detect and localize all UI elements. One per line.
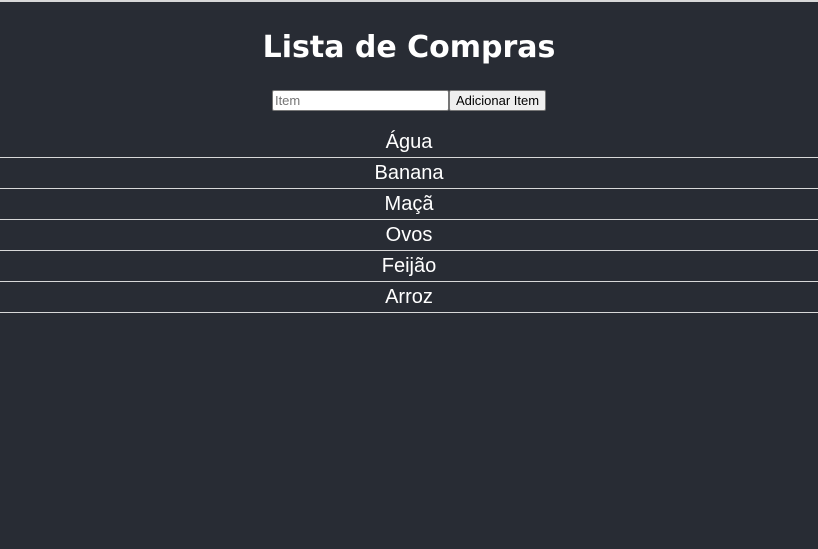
add-item-button[interactable]: Adicionar Item xyxy=(448,90,547,111)
list-item: Feijão xyxy=(0,251,818,282)
add-item-form: Adicionar Item xyxy=(271,90,547,111)
shopping-list-app: Lista de Compras Adicionar Item Água Ban… xyxy=(0,2,818,313)
shopping-list: Água Banana Maçã Ovos Feijão Arroz xyxy=(0,127,818,313)
page-title: Lista de Compras xyxy=(262,30,556,65)
list-item: Água xyxy=(0,127,818,158)
list-item: Banana xyxy=(0,158,818,189)
list-item: Maçã xyxy=(0,189,818,220)
item-input[interactable] xyxy=(271,90,449,111)
list-item: Arroz xyxy=(0,282,818,313)
list-item: Ovos xyxy=(0,220,818,251)
